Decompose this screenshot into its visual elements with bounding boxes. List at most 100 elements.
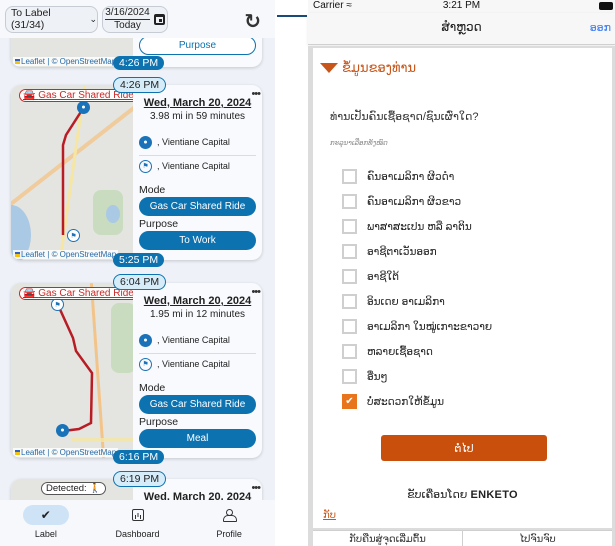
mode-label: Mode [139, 184, 166, 196]
checkbox[interactable] [342, 219, 357, 234]
person-icon [223, 508, 238, 522]
start-place[interactable]: ● , Vientiane Capital [139, 330, 256, 354]
option-checkbox[interactable]: ອິນເດຍ ອາເມລິກາ [342, 289, 492, 314]
enketo-logo: ENKETO [470, 489, 518, 501]
start-pin-icon: ● [77, 101, 90, 114]
status-bar: Carrier ≈ 3:21 PM [308, 0, 615, 13]
checkbox[interactable] [342, 294, 357, 309]
mode-label: Mode [139, 382, 166, 394]
status-time: 3:21 PM [442, 0, 481, 11]
survey-screen: Carrier ≈ 3:21 PM ສຳຫຼວດ ອອກ ຂໍ້ມູນຂອງທ່… [308, 0, 615, 546]
checkmark-icon: ✔ [22, 505, 69, 525]
trip-date: Wed, March 20, 2024 [143, 295, 252, 307]
date-picker[interactable]: 3/16/2024 Today [102, 5, 168, 33]
divider-line [277, 15, 307, 17]
end-flag-icon: ⚑ [67, 229, 80, 242]
map-attribution: Leaflet | © OpenStreetMap [13, 448, 119, 457]
mode-button[interactable]: Gas Car Shared Ride [139, 395, 256, 414]
end-place[interactable]: ⚑ , Vientiane Capital [139, 156, 256, 176]
trip-end-time: 6:16 PM [113, 450, 165, 464]
question-hint: ກະລຸນາເລືອກທັງໝົດ [330, 140, 388, 147]
bar-chart-icon [131, 509, 144, 521]
battery-icon [599, 2, 613, 10]
question-label: ທ່ານເປັນຄົນເຊື້ອຊາດ/ຊົນເຜົ່າໃດ? [330, 111, 479, 123]
option-checkbox-checked[interactable]: ✔ ບໍ່ສະດວກໃຫ້ຂໍ້ມູນ [342, 389, 492, 414]
nav-title: ສຳຫຼວດ [441, 20, 482, 34]
back-link[interactable]: ກັບ [323, 510, 336, 521]
map-attribution: Leaflet | © OpenStreetMap [13, 250, 119, 259]
filter-select-value: To Label (31/34) [11, 7, 51, 31]
go-to-end-button[interactable]: ໄປຈົນຈົບ [463, 531, 612, 546]
option-checkbox[interactable]: ຫລາຍເຊື້ອຊາດ [342, 339, 492, 364]
option-checkbox[interactable]: ອື່ນໆ [342, 364, 492, 389]
trip-end-time: 4:26 PM [113, 56, 165, 70]
map-attribution: Leaflet | © OpenStreetMap [13, 57, 119, 66]
calendar-icon [153, 13, 165, 25]
checkbox[interactable] [342, 194, 357, 209]
end-place[interactable]: ⚑ , Vientiane Capital [139, 354, 256, 374]
label-screen: To Label (31/34) ⌄ 3/16/2024 Today ↻ Lea… [0, 0, 275, 546]
end-pin-icon: ● [56, 424, 69, 437]
checkbox[interactable] [342, 369, 357, 384]
start-place[interactable]: ● , Vientiane Capital [139, 132, 256, 156]
nav-label[interactable]: ✔ Label [0, 500, 92, 546]
trip-map[interactable]: ⚑ ● 🚘 Gas Car Shared Ride Leaflet | © Op… [11, 283, 133, 458]
flag-icon: ⚑ [139, 159, 152, 173]
exit-button[interactable]: ອອກ [590, 21, 611, 34]
footer-buttons: ກັບຄືນສູ່ຈຸດເລີ່ມຕົ້ນ ໄປຈົນຈົບ [313, 530, 612, 546]
purpose-label: Purpose [139, 416, 179, 428]
filter-select[interactable]: To Label (31/34) ⌄ [5, 5, 98, 33]
date-picker-label: Today [114, 19, 141, 31]
checkbox[interactable] [342, 344, 357, 359]
bottom-nav: ✔ Label Dashboard Profile [0, 500, 275, 546]
option-checkbox[interactable]: ອາຊີຕາເວັນອອກ [342, 239, 492, 264]
trip-map[interactable]: ● ⚑ 🚘 Gas Car Shared Ride Leaflet | © Op… [11, 85, 133, 260]
collapse-triangle-icon [320, 63, 338, 73]
section-header[interactable]: ຂໍ້ມູນຂອງທ່ານ [320, 60, 416, 76]
trip-start-time: 6:19 PM [113, 471, 167, 487]
return-to-start-button[interactable]: ກັບຄືນສູ່ຈຸດເລີ່ມຕົ້ນ [313, 531, 463, 546]
location-pin-icon: ● [139, 135, 152, 149]
top-filter-bar: To Label (31/34) ⌄ 3/16/2024 Today ↻ [0, 0, 275, 38]
mode-tag: 🚘 Gas Car Shared Ride [19, 287, 133, 300]
trip-distance: 3.98 mi in 59 minutes [149, 111, 246, 122]
options-list: ຄົນອາເມລິກາ ຜິວດຳ ຄົນອາເມລິກາ ຜິວຂາວ ພາສ… [342, 164, 492, 414]
route-line [56, 304, 94, 433]
checkbox[interactable] [342, 269, 357, 284]
location-pin-icon: ● [139, 333, 152, 347]
trip-distance: 1.95 mi in 12 minutes [149, 309, 246, 320]
checkbox[interactable] [342, 244, 357, 259]
checkbox[interactable] [342, 319, 357, 334]
trip-start-time: 4:26 PM [113, 77, 167, 93]
form-container: ຂໍ້ມູນຂອງທ່ານ ທ່ານເປັນຄົນເຊື້ອຊາດ/ຊົນເຜົ… [308, 46, 615, 546]
chevron-down-icon: ⌄ [89, 13, 97, 24]
trip-end-time: 5:25 PM [113, 253, 165, 267]
survey-form: ຂໍ້ມູນຂອງທ່ານ ທ່ານເປັນຄົນເຊື້ອຊາດ/ຊົນເຜົ… [313, 48, 612, 528]
purpose-button[interactable]: Meal [139, 429, 256, 448]
option-checkbox[interactable]: ຄົນອາເມລິກາ ຜິວດຳ [342, 164, 492, 189]
nav-bar: ສຳຫຼວດ ອອກ [308, 13, 615, 45]
refresh-icon[interactable]: ↻ [244, 9, 261, 34]
mode-button[interactable]: Gas Car Shared Ride [139, 197, 256, 216]
nav-profile[interactable]: Profile [183, 500, 275, 546]
trip-card[interactable]: ⚑ ● 🚘 Gas Car Shared Ride Leaflet | © Op… [11, 283, 262, 458]
checkmark-icon[interactable]: ✔ [342, 394, 357, 409]
purpose-label: Purpose [139, 218, 179, 230]
option-checkbox[interactable]: ອາເມລິກາ ໃນໝູ່ເກາະຂາວາຍ [342, 314, 492, 339]
walking-icon: 🚶 [89, 483, 102, 494]
nav-dashboard[interactable]: Dashboard [92, 500, 184, 546]
checkbox[interactable] [342, 169, 357, 184]
powered-by: ຂັບເຄື່ອນໂດຍ ENKETO [407, 489, 518, 501]
detected-tag: Detected: 🚶 [41, 482, 107, 495]
purpose-button[interactable]: Purpose [139, 36, 256, 55]
option-checkbox[interactable]: ອາຊີໃຕ້ [342, 264, 492, 289]
option-checkbox[interactable]: ພາສາສະເປນ ຫລື ລາຕິນ [342, 214, 492, 239]
date-picker-date: 3/16/2024 [105, 7, 150, 20]
option-checkbox[interactable]: ຄົນອາເມລິກາ ຜິວຂາວ [342, 189, 492, 214]
next-button[interactable]: ຕໍ່ໄປ [381, 435, 547, 461]
purpose-button[interactable]: To Work [139, 231, 256, 250]
flag-icon: ⚑ [139, 357, 152, 371]
trip-start-time: 6:04 PM [113, 274, 167, 290]
trip-card[interactable]: ● ⚑ 🚘 Gas Car Shared Ride Leaflet | © Op… [11, 85, 262, 260]
trip-date: Wed, March 20, 2024 [143, 97, 252, 109]
